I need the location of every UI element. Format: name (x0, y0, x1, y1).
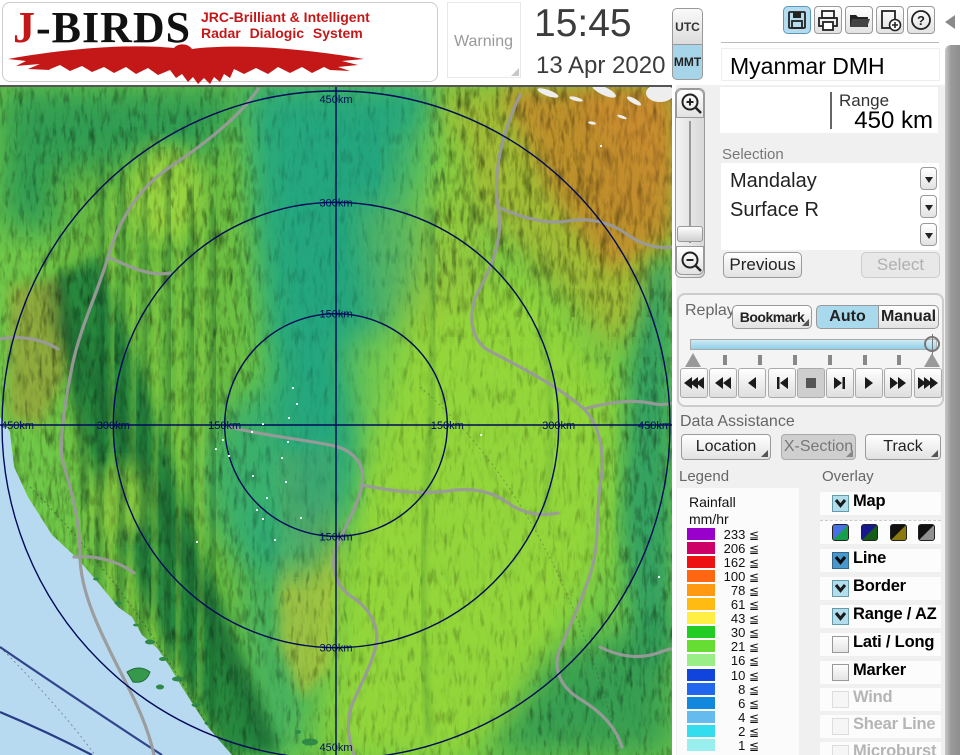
svg-text:150km: 150km (208, 420, 241, 432)
svg-text:450km: 450km (1, 420, 34, 432)
svg-text:150km: 150km (431, 420, 464, 432)
svg-text:300km: 300km (97, 420, 130, 432)
svg-text:300km: 300km (319, 643, 352, 655)
svg-text:?: ? (917, 13, 925, 28)
svg-text:450km: 450km (319, 94, 352, 106)
svg-text:150km: 150km (319, 531, 352, 543)
svg-text:300km: 300km (319, 197, 352, 209)
svg-text:450km: 450km (319, 742, 352, 754)
svg-text:150km: 150km (319, 309, 352, 321)
svg-text:300km: 300km (542, 420, 575, 432)
svg-text:450km: 450km (638, 420, 671, 432)
